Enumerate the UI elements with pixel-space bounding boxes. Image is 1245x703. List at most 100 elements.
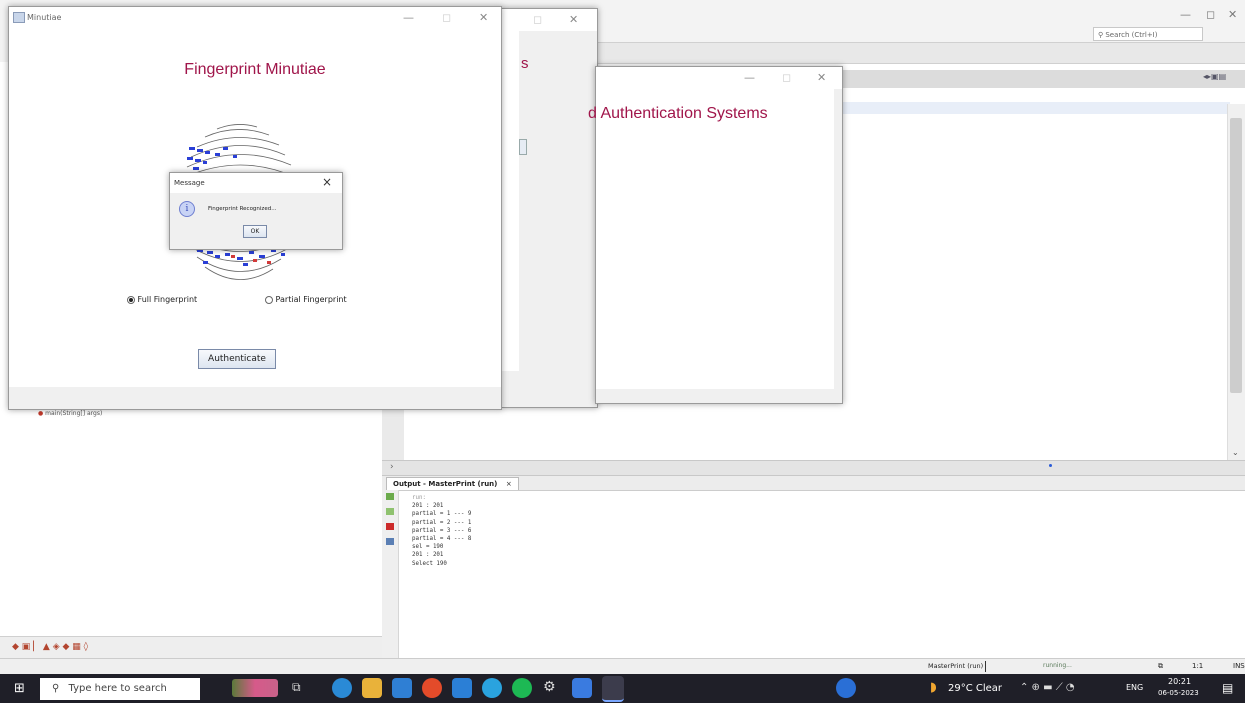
auth-window-content	[596, 89, 834, 389]
clock-time[interactable]: 20:21	[1168, 677, 1191, 686]
windows-start-icon[interactable]: ⊞	[14, 681, 25, 696]
radio-partial-fingerprint[interactable]: Partial Fingerprint	[265, 295, 347, 304]
file-explorer-icon[interactable]	[362, 678, 382, 698]
status-project[interactable]: MasterPrint (run)	[928, 662, 983, 670]
close-icon[interactable]: ✕	[817, 71, 826, 84]
language-indicator[interactable]: ENG	[1126, 683, 1143, 692]
telegram-icon[interactable]	[482, 678, 502, 698]
back-window-button[interactable]	[519, 139, 527, 155]
edge-icon[interactable]	[332, 678, 352, 698]
maximize-icon[interactable]: ◻	[533, 13, 542, 26]
navigator-toolbar: ◆ ▣ ▏ ▲ ◈ ◆ ▦ ◊	[0, 636, 382, 659]
netbeans-icon[interactable]	[572, 678, 592, 698]
taskbar-search-placeholder: Type here to search	[68, 683, 167, 694]
settings-gear-icon[interactable]: ⚙	[543, 679, 556, 695]
output-line: Select 190	[412, 560, 447, 567]
navigator-item-label: main(String[] args)	[45, 410, 103, 417]
chrome-icon[interactable]	[422, 678, 442, 698]
rerun-different-icon[interactable]	[386, 508, 394, 515]
close-icon[interactable]: ×	[322, 175, 332, 189]
ide-search-input[interactable]: ⚲ Search (Ctrl+I)	[1093, 27, 1203, 41]
windows-taskbar: ⊞ ⚲ Type here to search ⧉ ⚙ ◗ 29°C Clear…	[0, 674, 1245, 703]
radio-unselected-icon[interactable]	[265, 295, 273, 304]
ide-status-bar: MasterPrint (run) running... ⧉ 1:1 INS	[0, 658, 1245, 675]
output-line: partial = 2 --- 1	[412, 519, 472, 526]
auth-window-heading: d Authentication Systems	[588, 105, 768, 122]
close-icon[interactable]: ✕	[479, 11, 488, 24]
search-icon: ⚲	[52, 683, 60, 694]
minimize-icon[interactable]: —	[744, 71, 755, 84]
auth-window-titlebar: — ◻ ✕	[596, 67, 842, 89]
output-line: partial = 3 --- 6	[412, 527, 472, 534]
back-window-heading: s	[521, 55, 529, 72]
maximize-icon[interactable]: ◻	[442, 11, 451, 24]
editor-tab-nav-icons[interactable]: ◂▸▣▤	[1203, 72, 1243, 84]
message-dialog-title: Message	[174, 179, 205, 187]
minutiae-heading: Fingerprint Minutiae	[184, 61, 326, 78]
radio-full-fingerprint[interactable]: Full Fingerprint	[127, 295, 197, 304]
status-mode: INS	[1233, 662, 1245, 670]
vscode-icon[interactable]	[452, 678, 472, 698]
ok-button[interactable]: OK	[243, 225, 267, 238]
notifications-icon[interactable]: ▤	[1222, 681, 1233, 695]
output-settings-icon[interactable]	[386, 538, 394, 545]
output-line: 201 : 201	[412, 503, 444, 510]
message-text: Fingerprint Recognized...	[208, 206, 277, 212]
ide-close-button[interactable]: ✕	[1228, 8, 1237, 21]
output-line: 201 : 201	[412, 552, 444, 559]
radio-selected-icon[interactable]	[127, 295, 135, 304]
close-icon[interactable]: ✕	[569, 13, 578, 26]
weather-text[interactable]: 29°C Clear	[948, 683, 1002, 694]
navigator-filter-icons[interactable]: ◆ ▣ ▏ ▲ ◈ ◆ ▦ ◊	[12, 642, 88, 652]
status-running: running...	[1043, 662, 1072, 669]
taskbar-search-box[interactable]: ⚲ Type here to search	[40, 678, 200, 700]
info-icon: i	[179, 201, 195, 217]
editor-area[interactable]	[840, 88, 1245, 460]
navigator-item[interactable]: ● main(String[] args)	[38, 410, 102, 417]
back-window[interactable]: ◻ ✕ s	[500, 8, 598, 408]
help-icon[interactable]	[836, 678, 856, 698]
weather-moon-icon: ◗	[930, 680, 937, 695]
splitter-marker	[1049, 464, 1052, 467]
message-dialog[interactable]: Message × i Fingerprint Recognized... OK	[169, 172, 343, 250]
output-line: run:	[412, 495, 426, 501]
output-actions	[382, 490, 399, 658]
spotify-icon[interactable]	[512, 678, 532, 698]
back-window-titlebar: ◻ ✕	[501, 9, 597, 31]
output-line: partial = 1 --- 9	[412, 511, 472, 518]
radio-partial-label: Partial Fingerprint	[275, 295, 347, 304]
ide-search-placeholder: Search (Ctrl+I)	[1105, 31, 1158, 39]
chevron-right-icon[interactable]: ›	[390, 462, 394, 472]
minimize-icon[interactable]: —	[403, 11, 414, 24]
method-icon: ●	[38, 410, 44, 417]
stop-icon[interactable]	[386, 523, 394, 530]
task-view-icon[interactable]: ⧉	[292, 680, 301, 695]
editor-scroll-thumb[interactable]	[1230, 118, 1242, 393]
editor-output-splitter[interactable]: ›	[382, 460, 1245, 476]
maximize-icon[interactable]: ◻	[782, 71, 791, 84]
back-window-content	[501, 31, 519, 371]
output-line: sel = 190	[412, 544, 444, 551]
navigator-panel	[0, 400, 383, 658]
search-highlight-image	[232, 679, 278, 697]
status-progress-divider	[985, 661, 986, 672]
mail-icon[interactable]	[392, 678, 412, 698]
authenticate-button[interactable]: Authenticate	[198, 349, 276, 369]
notification-icon[interactable]: ⧉	[1158, 662, 1163, 671]
java-app-taskbar-icon[interactable]	[602, 676, 624, 702]
output-tab[interactable]: Output - MasterPrint (run) ×	[386, 477, 519, 490]
close-icon[interactable]: ×	[506, 480, 512, 488]
window-title: Minutiae	[27, 13, 62, 22]
ide-toolbar	[500, 42, 1245, 64]
auth-window[interactable]: — ◻ ✕ d Authentication Systems	[588, 66, 843, 404]
editor-current-line	[840, 102, 1230, 114]
ide-maximize-button[interactable]: ◻	[1206, 8, 1215, 21]
output-tab-label: Output - MasterPrint (run)	[393, 480, 498, 488]
scroll-down-icon[interactable]: ⌄	[1232, 448, 1239, 457]
status-position: 1:1	[1192, 662, 1204, 670]
ide-minimize-button[interactable]: —	[1180, 8, 1191, 21]
output-console: run: 201 : 201 partial = 1 --- 9 partial…	[412, 494, 471, 568]
clock-date[interactable]: 06-05-2023	[1158, 689, 1199, 697]
system-tray-icons[interactable]: ⌃ ⊕ ▬ ⟋ ◔	[1020, 682, 1075, 693]
rerun-icon[interactable]	[386, 493, 394, 500]
